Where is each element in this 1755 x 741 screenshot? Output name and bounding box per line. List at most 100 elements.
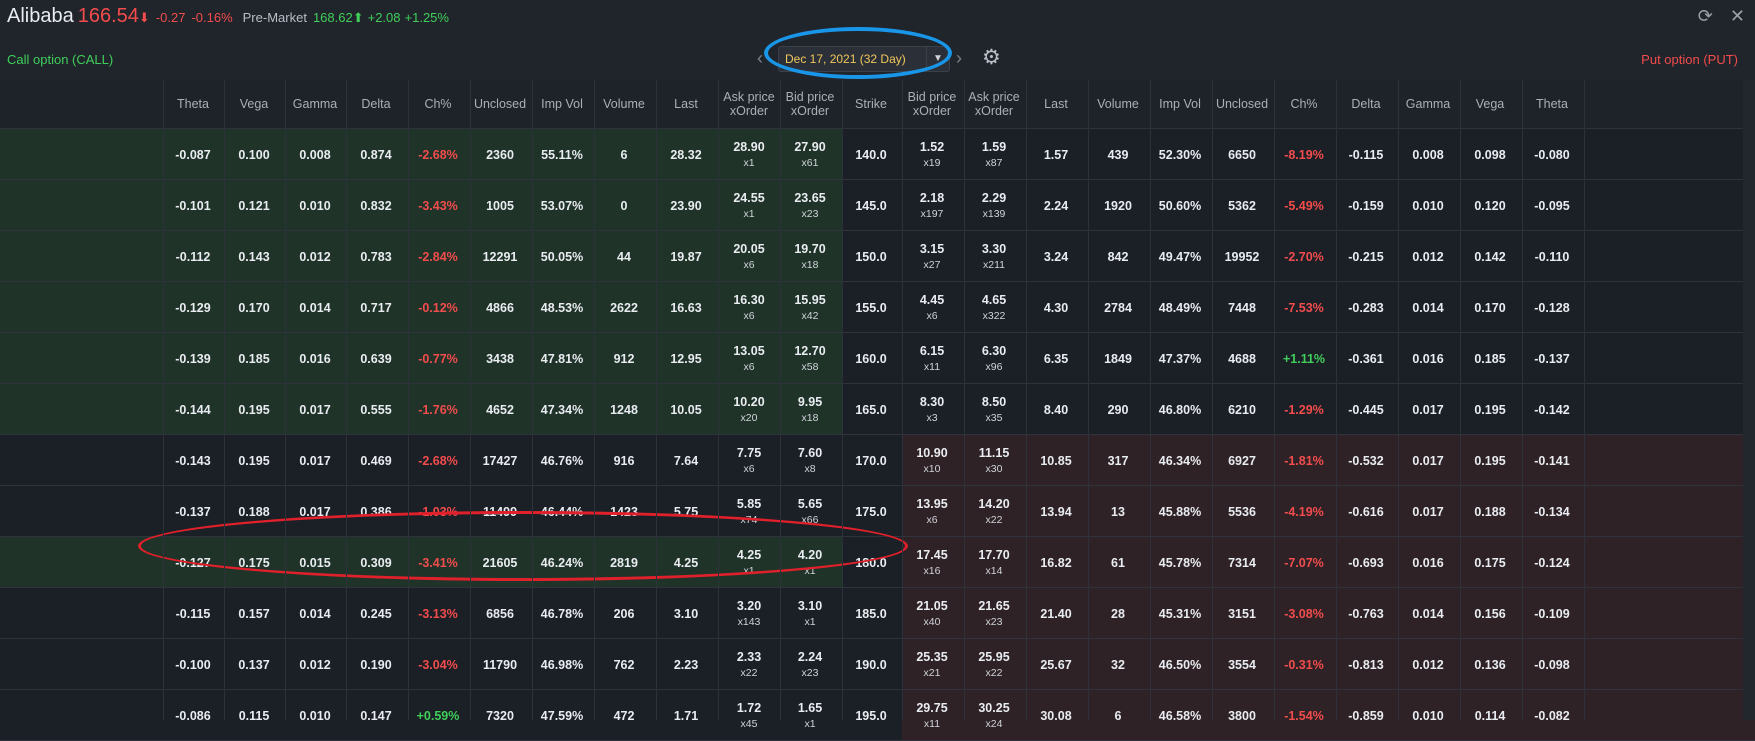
row-strike-cell[interactable]: 145.0 xyxy=(842,180,900,231)
put-unclosed-cell[interactable]: 6927 xyxy=(1212,435,1272,486)
call-theta-cell[interactable]: -0.087 xyxy=(163,129,223,180)
call-bid-cell[interactable]: 4.20 x1 xyxy=(780,537,840,588)
put-iv-cell[interactable]: 46.50% xyxy=(1150,639,1210,690)
call-iv-cell[interactable]: 47.34% xyxy=(532,384,592,435)
put-unclosed-cell[interactable]: 7448 xyxy=(1212,282,1272,333)
row-strike-cell[interactable]: 165.0 xyxy=(842,384,900,435)
put-ch-cell[interactable]: -1.81% xyxy=(1274,435,1334,486)
call-last-cell[interactable]: 5.75 xyxy=(656,486,716,537)
put-delta-cell[interactable]: -0.813 xyxy=(1336,639,1396,690)
call-bid-cell[interactable]: 9.95 x18 xyxy=(780,384,840,435)
call-ch-cell[interactable]: +0.59% xyxy=(408,690,468,741)
put-theta-cell[interactable]: -0.142 xyxy=(1522,384,1582,435)
put-iv-cell[interactable]: 46.34% xyxy=(1150,435,1210,486)
call-iv-cell[interactable]: 47.59% xyxy=(532,690,592,741)
call-theta-cell[interactable]: -0.139 xyxy=(163,333,223,384)
row-strike-cell[interactable]: 185.0 xyxy=(842,588,900,639)
call-vega-cell[interactable]: 0.137 xyxy=(224,639,284,690)
call-ask-cell[interactable]: 13.05 x6 xyxy=(718,333,780,384)
prev-expiry-arrow-icon[interactable]: ‹ xyxy=(757,48,763,69)
put-vega-cell[interactable]: 0.195 xyxy=(1460,384,1520,435)
call-unclosed-cell[interactable]: 11790 xyxy=(470,639,530,690)
call-ch-cell[interactable]: -3.41% xyxy=(408,537,468,588)
put-bid-cell[interactable]: 2.18 x197 xyxy=(902,180,962,231)
call-ask-cell[interactable]: 16.30 x6 xyxy=(718,282,780,333)
call-delta-cell[interactable]: 0.147 xyxy=(346,690,406,741)
call-vega-cell[interactable]: 0.157 xyxy=(224,588,284,639)
call-theta-cell[interactable]: -0.115 xyxy=(163,588,223,639)
put-bid-cell[interactable]: 4.45 x6 xyxy=(902,282,962,333)
put-last-cell[interactable]: 13.94 xyxy=(1026,486,1086,537)
put-volume-cell[interactable]: 290 xyxy=(1088,384,1148,435)
row-strike-cell[interactable]: 160.0 xyxy=(842,333,900,384)
put-volume-cell[interactable]: 2784 xyxy=(1088,282,1148,333)
call-unclosed-cell[interactable]: 6856 xyxy=(470,588,530,639)
call-theta-cell[interactable]: -0.100 xyxy=(163,639,223,690)
call-bid-cell[interactable]: 27.90 x61 xyxy=(780,129,840,180)
put-vega-cell[interactable]: 0.170 xyxy=(1460,282,1520,333)
put-volume-cell[interactable]: 61 xyxy=(1088,537,1148,588)
call-bid-cell[interactable]: 23.65 x23 xyxy=(780,180,840,231)
call-gamma-cell[interactable]: 0.014 xyxy=(285,282,345,333)
call-volume-cell[interactable]: 0 xyxy=(594,180,654,231)
put-bid-cell[interactable]: 25.35 x21 xyxy=(902,639,962,690)
put-theta-cell[interactable]: -0.082 xyxy=(1522,690,1582,741)
put-unclosed-cell[interactable]: 5536 xyxy=(1212,486,1272,537)
put-gamma-cell[interactable]: 0.016 xyxy=(1398,537,1458,588)
call-volume-cell[interactable]: 206 xyxy=(594,588,654,639)
put-bid-cell[interactable]: 1.52 x19 xyxy=(902,129,962,180)
put-last-cell[interactable]: 6.35 xyxy=(1026,333,1086,384)
put-gamma-cell[interactable]: 0.017 xyxy=(1398,486,1458,537)
put-ask-cell[interactable]: 4.65 x322 xyxy=(964,282,1024,333)
put-ch-cell[interactable]: -8.19% xyxy=(1274,129,1334,180)
call-last-cell[interactable]: 28.32 xyxy=(656,129,716,180)
call-delta-cell[interactable]: 0.555 xyxy=(346,384,406,435)
put-unclosed-cell[interactable]: 4688 xyxy=(1212,333,1272,384)
call-last-cell[interactable]: 2.23 xyxy=(656,639,716,690)
put-volume-cell[interactable]: 842 xyxy=(1088,231,1148,282)
call-vega-cell[interactable]: 0.188 xyxy=(224,486,284,537)
call-iv-cell[interactable]: 46.44% xyxy=(532,486,592,537)
put-ask-cell[interactable]: 21.65 x23 xyxy=(964,588,1024,639)
put-theta-cell[interactable]: -0.110 xyxy=(1522,231,1582,282)
call-vega-cell[interactable]: 0.115 xyxy=(224,690,284,741)
put-ask-cell[interactable]: 2.29 x139 xyxy=(964,180,1024,231)
put-bid-cell[interactable]: 29.75 x11 xyxy=(902,690,962,741)
call-col-ch[interactable]: Ch% xyxy=(408,80,468,128)
call-volume-cell[interactable]: 916 xyxy=(594,435,654,486)
put-vega-cell[interactable]: 0.156 xyxy=(1460,588,1520,639)
call-col-bid-price-xorder[interactable]: Bid price xOrder xyxy=(780,80,840,128)
call-last-cell[interactable]: 19.87 xyxy=(656,231,716,282)
put-iv-cell[interactable]: 49.47% xyxy=(1150,231,1210,282)
row-strike-cell[interactable]: 195.0 xyxy=(842,690,900,741)
put-ch-cell[interactable]: -1.29% xyxy=(1274,384,1334,435)
put-ch-cell[interactable]: -2.70% xyxy=(1274,231,1334,282)
call-ask-cell[interactable]: 24.55 x1 xyxy=(718,180,780,231)
put-ch-cell[interactable]: -7.07% xyxy=(1274,537,1334,588)
put-col-volume[interactable]: Volume xyxy=(1088,80,1148,128)
call-gamma-cell[interactable]: 0.016 xyxy=(285,333,345,384)
call-ask-cell[interactable]: 10.20 x20 xyxy=(718,384,780,435)
put-delta-cell[interactable]: -0.859 xyxy=(1336,690,1396,741)
call-delta-cell[interactable]: 0.469 xyxy=(346,435,406,486)
next-expiry-arrow-icon[interactable]: › xyxy=(956,48,962,69)
put-ch-cell[interactable]: -5.49% xyxy=(1274,180,1334,231)
call-gamma-cell[interactable]: 0.012 xyxy=(285,231,345,282)
put-gamma-cell[interactable]: 0.010 xyxy=(1398,690,1458,741)
call-last-cell[interactable]: 23.90 xyxy=(656,180,716,231)
put-theta-cell[interactable]: -0.109 xyxy=(1522,588,1582,639)
put-gamma-cell[interactable]: 0.014 xyxy=(1398,282,1458,333)
put-bid-cell[interactable]: 21.05 x40 xyxy=(902,588,962,639)
call-gamma-cell[interactable]: 0.017 xyxy=(285,384,345,435)
call-iv-cell[interactable]: 46.24% xyxy=(532,537,592,588)
call-volume-cell[interactable]: 1248 xyxy=(594,384,654,435)
put-col-vega[interactable]: Vega xyxy=(1460,80,1520,128)
call-bid-cell[interactable]: 7.60 x8 xyxy=(780,435,840,486)
put-theta-cell[interactable]: -0.134 xyxy=(1522,486,1582,537)
call-gamma-cell[interactable]: 0.014 xyxy=(285,588,345,639)
put-unclosed-cell[interactable]: 7314 xyxy=(1212,537,1272,588)
put-ch-cell[interactable]: -1.54% xyxy=(1274,690,1334,741)
put-vega-cell[interactable]: 0.195 xyxy=(1460,435,1520,486)
put-volume-cell[interactable]: 28 xyxy=(1088,588,1148,639)
call-last-cell[interactable]: 1.71 xyxy=(656,690,716,741)
